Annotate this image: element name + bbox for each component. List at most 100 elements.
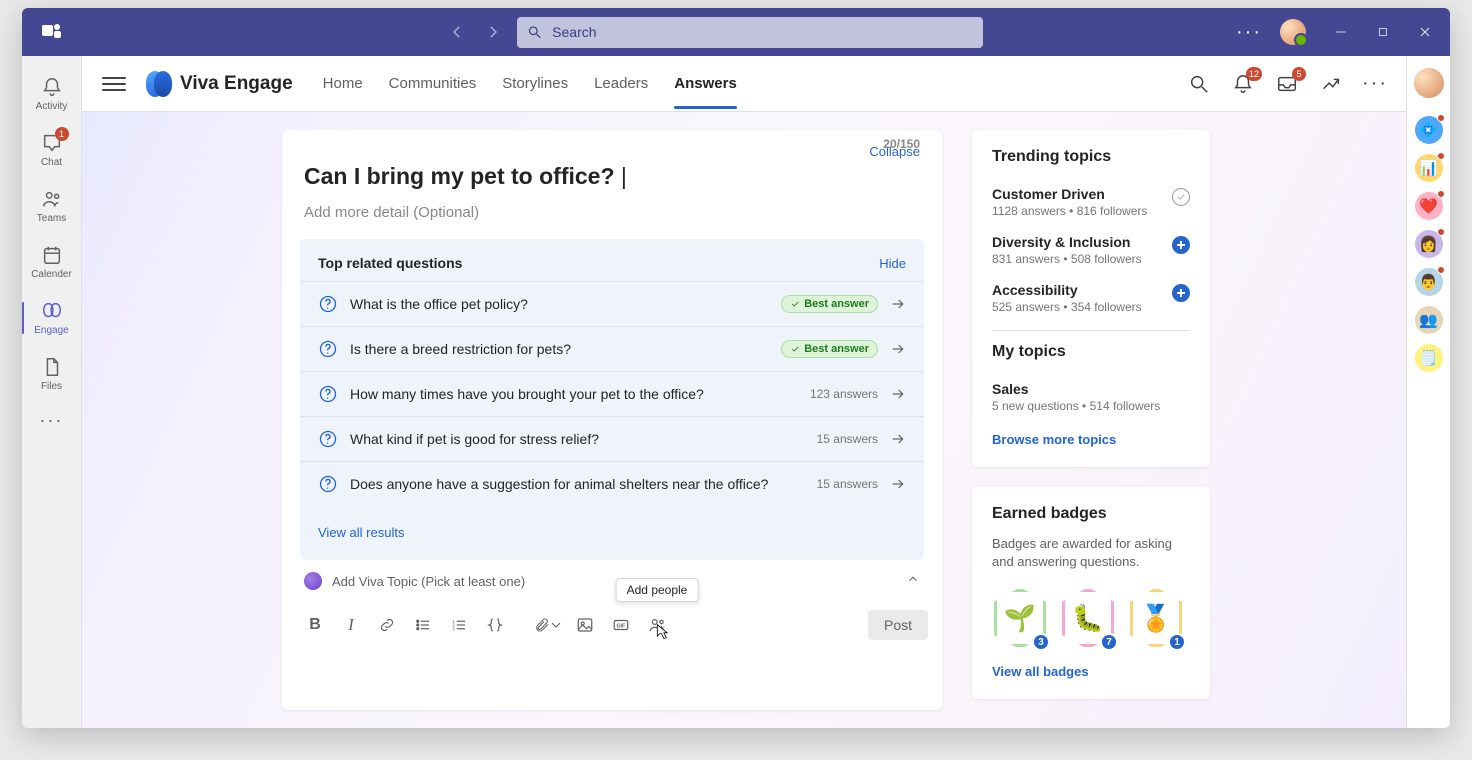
code-block-button[interactable]: [480, 610, 510, 640]
svg-text:GIF: GIF: [617, 623, 627, 629]
question-icon: [318, 429, 338, 449]
badge-hex[interactable]: 🌱3: [992, 587, 1048, 649]
tab-answers[interactable]: Answers: [674, 59, 737, 108]
svg-text:3: 3: [452, 626, 455, 631]
question-title-input[interactable]: 20/150 Can I bring my pet to office?: [282, 163, 942, 190]
engage-logo[interactable]: Viva Engage: [146, 71, 293, 97]
rail-contact-avatar[interactable]: 👨: [1415, 268, 1443, 296]
rail-more-button[interactable]: ···: [40, 410, 64, 431]
add-people-tooltip: Add people: [616, 578, 699, 602]
rail-files[interactable]: Files: [26, 348, 78, 400]
related-hide-link[interactable]: Hide: [879, 256, 906, 271]
question-detail-input[interactable]: Add more detail (Optional): [282, 190, 942, 231]
titlebar-more-button[interactable]: ···: [1226, 21, 1272, 44]
open-question-arrow-icon[interactable]: [890, 386, 906, 402]
trending-topic-row[interactable]: Diversity & Inclusion831 answers • 508 f…: [992, 226, 1190, 274]
tab-leaders[interactable]: Leaders: [594, 59, 648, 108]
badge-hex[interactable]: 🐛7: [1060, 587, 1116, 649]
trending-topic-row[interactable]: Customer Driven1128 answers • 816 follow…: [992, 178, 1190, 226]
engage-header: Viva Engage Home Communities Storylines …: [82, 56, 1406, 112]
nav-forward-button[interactable]: [484, 23, 502, 41]
my-topic-row[interactable]: Sales5 new questions • 514 followers: [992, 373, 1190, 421]
bulleted-list-button[interactable]: [408, 610, 438, 640]
engage-menu-button[interactable]: [102, 72, 126, 96]
insert-gif-button[interactable]: GIF: [606, 610, 636, 640]
tab-communities[interactable]: Communities: [389, 59, 477, 108]
teams-app-icon: [40, 20, 64, 44]
engage-more-icon[interactable]: ···: [1364, 73, 1386, 95]
rail-activity[interactable]: Activity: [26, 68, 78, 120]
global-search[interactable]: [517, 17, 983, 48]
unread-dot: [1437, 190, 1445, 198]
rail-contact-avatar[interactable]: ❤️: [1415, 192, 1443, 220]
engage-content: Viva Engage Home Communities Storylines …: [82, 56, 1406, 728]
rail-contact-avatar[interactable]: [1414, 68, 1444, 98]
rail-label: Activity: [36, 101, 68, 112]
topic-meta: 525 answers • 354 followers: [992, 300, 1142, 314]
open-question-arrow-icon[interactable]: [890, 296, 906, 312]
ask-question-card: Collapse 20/150 Can I bring my pet to of…: [282, 130, 942, 710]
rail-calendar[interactable]: Calender: [26, 236, 78, 288]
rail-contact-avatar[interactable]: 👩: [1415, 230, 1443, 258]
topic-follow-button[interactable]: [1172, 236, 1190, 254]
badge-hex[interactable]: 🏅1: [1128, 587, 1184, 649]
window-close-button[interactable]: [1408, 17, 1442, 47]
window-controls: ···: [1226, 17, 1442, 47]
open-question-arrow-icon[interactable]: [890, 476, 906, 492]
open-question-arrow-icon[interactable]: [890, 431, 906, 447]
tab-storylines[interactable]: Storylines: [502, 59, 568, 108]
engage-tabs: Home Communities Storylines Leaders Answ…: [323, 59, 737, 108]
answers-sidebar: Trending topics Customer Driven1128 answ…: [972, 130, 1210, 710]
attach-file-button[interactable]: [534, 610, 564, 640]
engage-search-icon[interactable]: [1188, 73, 1210, 95]
insert-image-button[interactable]: [570, 610, 600, 640]
tab-home[interactable]: Home: [323, 59, 363, 108]
nav-back-button[interactable]: [448, 23, 466, 41]
related-view-all-link[interactable]: View all results: [318, 525, 404, 540]
question-title-text: Can I bring my pet to office?: [304, 163, 627, 189]
related-question-row[interactable]: Does anyone have a suggestion for animal…: [300, 461, 924, 506]
numbered-list-button[interactable]: 123: [444, 610, 474, 640]
global-search-input[interactable]: [550, 23, 973, 41]
post-button[interactable]: Post: [868, 610, 928, 640]
topic-tag-icon: [304, 572, 322, 590]
rail-contact-avatar[interactable]: 💠: [1415, 116, 1443, 144]
rail-chat[interactable]: 1 Chat: [26, 124, 78, 176]
topic-follow-button[interactable]: [1172, 284, 1190, 302]
add-topic-row[interactable]: Add Viva Topic (Pick at least one): [282, 560, 942, 602]
trending-topic-row[interactable]: Accessibility525 answers • 354 followers: [992, 274, 1190, 322]
open-question-arrow-icon[interactable]: [890, 341, 906, 357]
related-title: Top related questions: [318, 255, 462, 271]
window-maximize-button[interactable]: [1366, 17, 1400, 47]
window-minimize-button[interactable]: [1324, 17, 1358, 47]
related-question-row[interactable]: How many times have you brought your pet…: [300, 371, 924, 416]
best-answer-chip: Best answer: [781, 295, 878, 313]
engage-logo-icon: [146, 71, 172, 97]
engage-stage: Collapse 20/150 Can I bring my pet to of…: [82, 112, 1406, 728]
teams-left-rail: Activity 1 Chat Teams Calender Engage: [22, 56, 82, 728]
browse-topics-link[interactable]: Browse more topics: [992, 432, 1116, 447]
rail-engage[interactable]: Engage: [26, 292, 78, 344]
badges-desc: Badges are awarded for asking and answer…: [992, 535, 1190, 571]
topic-followed-icon[interactable]: [1172, 188, 1190, 206]
rail-contact-avatar[interactable]: 🗒️: [1415, 344, 1443, 372]
nav-arrows: [448, 23, 502, 41]
topic-row-collapse-icon[interactable]: [906, 572, 920, 591]
rail-teams[interactable]: Teams: [26, 180, 78, 232]
rail-contact-avatar[interactable]: 👥: [1415, 306, 1443, 334]
rail-contact-avatar[interactable]: 📊: [1415, 154, 1443, 182]
related-question-row[interactable]: What is the office pet policy? Best answ…: [300, 281, 924, 326]
format-bold-button[interactable]: B: [300, 610, 330, 640]
current-user-avatar[interactable]: [1280, 19, 1306, 45]
engage-analytics-icon[interactable]: [1320, 73, 1342, 95]
add-topic-label: Add Viva Topic (Pick at least one): [332, 574, 525, 589]
related-question-row[interactable]: Is there a breed restriction for pets? B…: [300, 326, 924, 371]
view-badges-link[interactable]: View all badges: [992, 664, 1089, 679]
related-question-row[interactable]: What kind if pet is good for stress reli…: [300, 416, 924, 461]
format-italic-button[interactable]: I: [336, 610, 366, 640]
related-question-meta: 123 answers: [810, 387, 878, 401]
engage-inbox-icon[interactable]: 5: [1276, 73, 1298, 95]
insert-link-button[interactable]: [372, 610, 402, 640]
add-people-button[interactable]: Add people: [642, 610, 672, 640]
engage-notifications-icon[interactable]: 12: [1232, 73, 1254, 95]
